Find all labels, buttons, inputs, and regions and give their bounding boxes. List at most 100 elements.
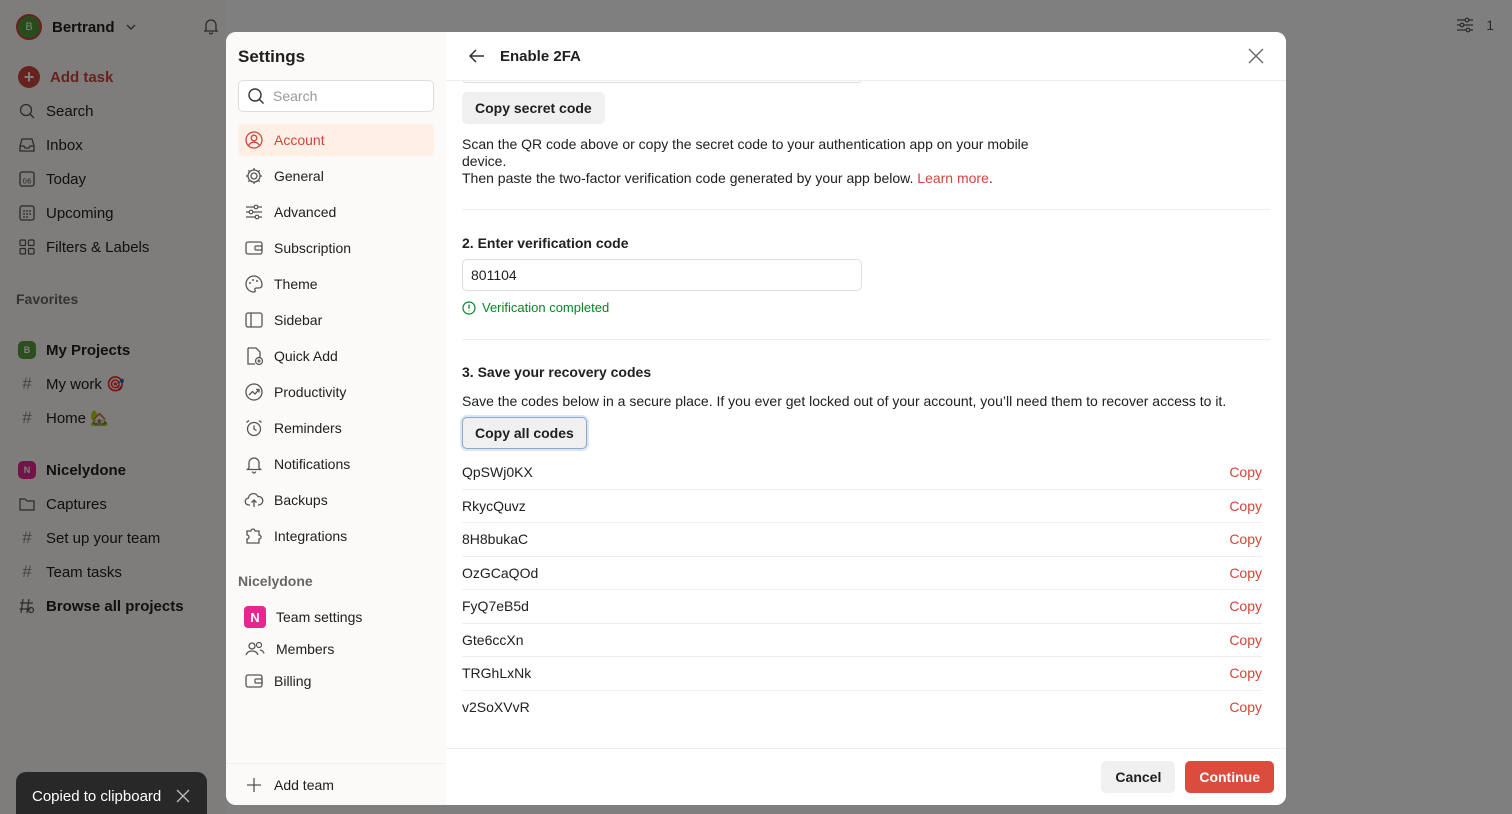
- settings-item-integrations[interactable]: Integrations: [238, 520, 434, 552]
- settings-item-backups[interactable]: Backups: [238, 484, 434, 516]
- close-icon[interactable]: [175, 788, 191, 804]
- recovery-code: Gte6ccXn: [462, 631, 524, 648]
- sidebar-icon: [244, 310, 264, 330]
- quick-add-icon: [244, 346, 264, 366]
- table-row: FyQ7eB5d Copy: [462, 590, 1262, 624]
- table-row: 8H8bukaC Copy: [462, 523, 1262, 557]
- settings-item-label: Reminders: [274, 420, 342, 436]
- table-row: OzGCaQOd Copy: [462, 557, 1262, 590]
- sliders-icon: [244, 202, 264, 222]
- recovery-code: FyQ7eB5d: [462, 598, 529, 615]
- settings-item-label: Members: [276, 641, 335, 657]
- settings-item-label: Sidebar: [274, 312, 323, 328]
- instruction-line: Then paste the two-factor verification c…: [462, 170, 914, 186]
- settings-item-account[interactable]: Account: [238, 124, 434, 156]
- verification-code-input[interactable]: [462, 259, 862, 291]
- settings-item-label: Billing: [274, 673, 312, 689]
- recovery-code: QpSWj0KX: [462, 464, 533, 481]
- panel-header: Enable 2FA: [446, 32, 1286, 81]
- recovery-code: RkycQuvz: [462, 497, 526, 514]
- verification-status: Verification completed: [462, 300, 609, 315]
- settings-item-advanced[interactable]: Advanced: [238, 196, 434, 228]
- settings-search[interactable]: [238, 80, 434, 112]
- team-section-title: Nicelydone: [238, 573, 313, 589]
- back-arrow-icon[interactable]: [468, 47, 486, 65]
- table-row: RkycQuvz Copy: [462, 490, 1262, 523]
- step3-title: 3. Save your recovery codes: [462, 364, 652, 380]
- add-team-label: Add team: [274, 776, 334, 793]
- settings-item-subscription[interactable]: Subscription: [238, 232, 434, 264]
- toast: Copied to clipboard: [16, 772, 207, 814]
- copy-code-button[interactable]: Copy: [1229, 531, 1262, 547]
- recovery-code: OzGCaQOd: [462, 564, 539, 581]
- settings-item-notifications[interactable]: Notifications: [238, 448, 434, 480]
- settings-item-label: Subscription: [274, 240, 352, 256]
- step3-description: Save the codes below in a secure place. …: [462, 393, 1227, 409]
- table-row: TRGhLxNk Copy: [462, 657, 1262, 691]
- settings-item-label: Account: [274, 132, 325, 148]
- search-input[interactable]: [273, 88, 423, 104]
- settings-item-label: Integrations: [274, 528, 348, 544]
- palette-icon: [244, 274, 264, 294]
- twofa-panel: Enable 2FA Copy secret code Scan the QR …: [446, 32, 1286, 805]
- search-icon: [247, 87, 265, 105]
- toast-message: Copied to clipboard: [32, 787, 162, 805]
- settings-item-members[interactable]: Members: [238, 633, 434, 665]
- add-team-button[interactable]: Add team: [226, 763, 446, 805]
- copy-code-button[interactable]: Copy: [1229, 464, 1262, 480]
- divider: [462, 339, 1270, 340]
- table-row: Gte6ccXn Copy: [462, 624, 1262, 657]
- copy-code-button[interactable]: Copy: [1229, 498, 1262, 514]
- recovery-code: v2SoXVvR: [462, 699, 530, 716]
- settings-sidebar: Settings Account General Advanced Subscr…: [226, 32, 446, 805]
- copy-secret-button[interactable]: Copy secret code: [462, 92, 605, 124]
- wallet-icon: [244, 238, 264, 258]
- settings-item-billing[interactable]: Billing: [238, 665, 434, 697]
- wallet-icon: [244, 671, 264, 691]
- puzzle-icon: [244, 526, 264, 546]
- bell-icon: [244, 454, 264, 474]
- alarm-clock-icon: [244, 418, 264, 438]
- instruction-line: Scan the QR code above or copy the secre…: [462, 136, 1029, 169]
- qr-instructions: Scan the QR code above or copy the secre…: [462, 136, 1062, 187]
- settings-modal: Settings Account General Advanced Subscr…: [226, 32, 1286, 805]
- settings-item-label: Backups: [274, 492, 328, 508]
- copy-code-button[interactable]: Copy: [1229, 565, 1262, 581]
- settings-item-theme[interactable]: Theme: [238, 268, 434, 300]
- step2-title: 2. Enter verification code: [462, 235, 629, 251]
- team-settings-nav: N Team settings Members Billing: [238, 601, 434, 697]
- user-circle-icon: [244, 130, 264, 150]
- settings-item-label: Team settings: [276, 609, 363, 625]
- copy-all-codes-button[interactable]: Copy all codes: [462, 417, 587, 449]
- continue-button[interactable]: Continue: [1185, 761, 1274, 793]
- verification-text: Verification completed: [482, 300, 610, 315]
- settings-item-label: General: [274, 168, 324, 184]
- copy-code-button[interactable]: Copy: [1229, 665, 1262, 681]
- settings-item-sidebar[interactable]: Sidebar: [238, 304, 434, 336]
- copy-code-button[interactable]: Copy: [1229, 632, 1262, 648]
- close-icon[interactable]: [1248, 48, 1264, 64]
- settings-item-reminders[interactable]: Reminders: [238, 412, 434, 444]
- divider: [462, 209, 1270, 210]
- settings-item-label: Theme: [274, 276, 318, 292]
- settings-item-quick-add[interactable]: Quick Add: [238, 340, 434, 372]
- settings-item-team-settings[interactable]: N Team settings: [238, 601, 434, 633]
- settings-item-label: Advanced: [274, 204, 337, 220]
- settings-item-label: Notifications: [274, 456, 351, 472]
- learn-more-link[interactable]: Learn more: [917, 170, 989, 186]
- settings-nav: Account General Advanced Subscription Th…: [238, 124, 434, 556]
- cancel-button[interactable]: Cancel: [1101, 761, 1176, 793]
- copy-code-button[interactable]: Copy: [1229, 598, 1262, 614]
- cloud-upload-icon: [244, 490, 264, 510]
- settings-item-label: Productivity: [274, 384, 347, 400]
- panel-title: Enable 2FA: [500, 47, 581, 65]
- team-badge: N: [244, 606, 266, 628]
- trend-icon: [244, 382, 264, 402]
- recovery-code: TRGhLxNk: [462, 665, 532, 682]
- settings-item-general[interactable]: General: [238, 160, 434, 192]
- recovery-code: 8H8bukaC: [462, 531, 529, 548]
- copy-code-button[interactable]: Copy: [1229, 699, 1262, 715]
- check-circle-icon: [462, 300, 476, 315]
- gear-icon: [244, 166, 264, 186]
- settings-item-productivity[interactable]: Productivity: [238, 376, 434, 408]
